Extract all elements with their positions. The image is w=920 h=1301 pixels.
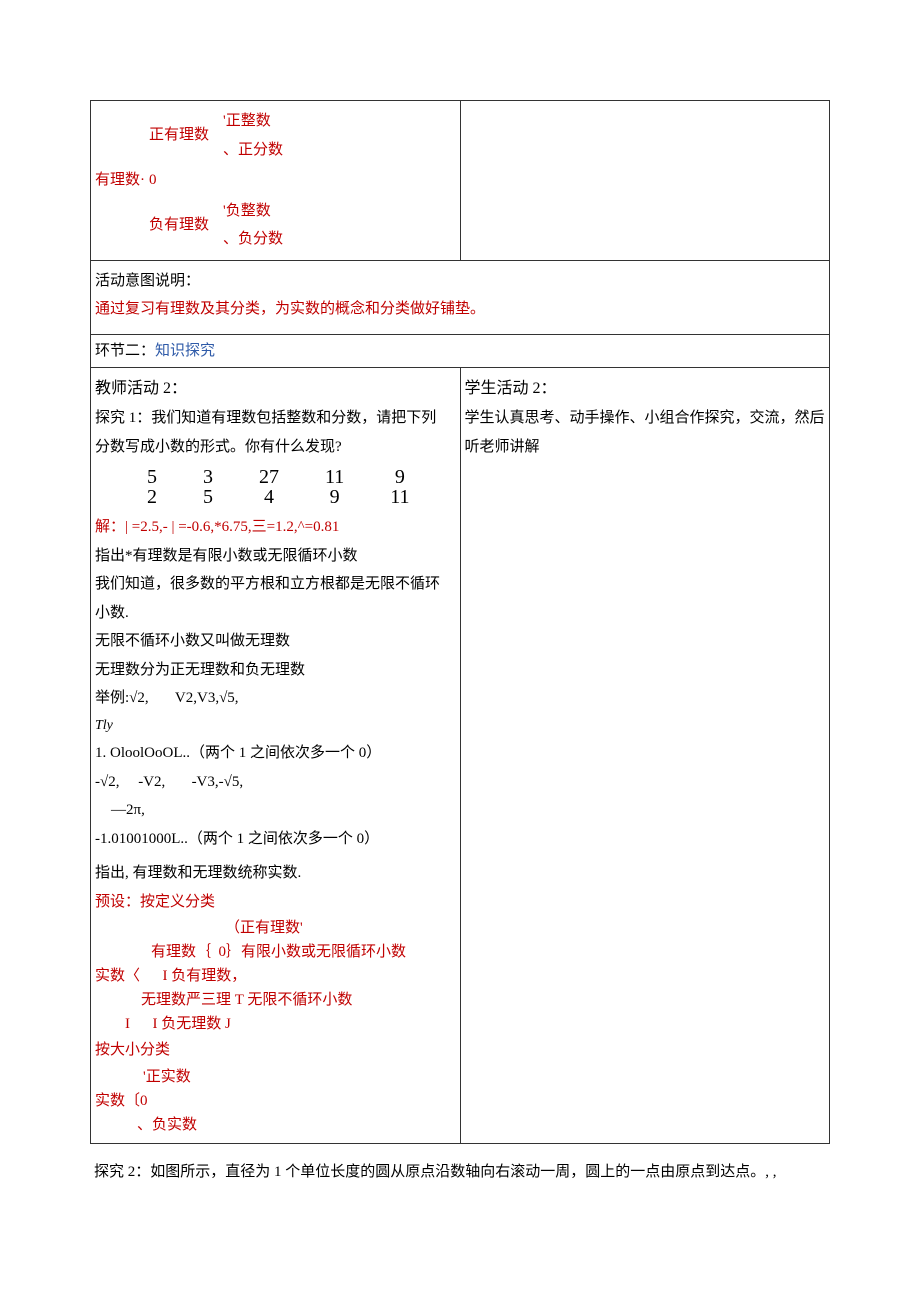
t-l4: 无限不循环小数又叫做无理数 <box>95 627 456 656</box>
rational-number-tree-row: 有理数· 正有理数 '正整数 、正分数 0 负有理数 '负整数 、负分数 <box>91 101 830 261</box>
t-l2: 我们知道，很多数的平方根和立方根都是无限不循环 <box>95 570 456 599</box>
t-l9: 指出, 有理数和无理数统称实数. <box>95 859 456 888</box>
fraction-5: 911 <box>388 467 411 507</box>
t-l8: -1.01001000L..（两个 1 之间依次多一个 0） <box>95 825 456 854</box>
fractions-row: 52 35 274 119 911 <box>95 461 456 513</box>
rational-tree-right-cell <box>460 101 830 261</box>
tree-definition: （正有理数' 有理数｛ 0｝有限小数或无限循环小数 实数〈 I 负有理数， 无理… <box>95 916 456 1036</box>
solution-line: 解：| =2.5,- | =-0.6,*6.75,三=1.2,^=0.81 <box>95 513 456 542</box>
teacher-title: 教师活动 2： <box>95 374 456 404</box>
explore1-l1: 探究 1：我们知道有理数包括整数和分数，请把下列 <box>95 404 456 433</box>
student-body: 学生认真思考、动手操作、小组合作探究，交流，然后听老师讲解 <box>465 404 826 461</box>
t-l1: 指出*有理数是有限小数或无限循环小数 <box>95 542 456 571</box>
explore2-text: 探究 2：如图所示，直径为 1 个单位长度的圆从原点沿数轴向右滚动一周，圆上的一… <box>90 1158 830 1187</box>
tree-size: '正实数 实数〔0 、负实数 <box>95 1065 456 1137</box>
section2-cell: 环节二：知识探究 <box>91 334 830 368</box>
t-neg-row: -√2, -V2, -V3,-√5, <box>95 768 456 797</box>
teacher-activity-cell: 教师活动 2： 探究 1：我们知道有理数包括整数和分数，请把下列 分数写成小数的… <box>91 368 461 1144</box>
t-l3: 小数. <box>95 599 456 628</box>
rational-tree: 有理数· 正有理数 '正整数 、正分数 0 负有理数 '负整数 、负分数 <box>95 107 456 254</box>
size-label: 按大小分类 <box>95 1036 456 1065</box>
activity-row: 活动意图说明： 通过复习有理数及其分类，为实数的概念和分类做好铺垫。 <box>91 260 830 334</box>
preset-label: 预设：按定义分类 <box>95 888 456 917</box>
t-l7: 1. OloolOoOL..（两个 1 之间依次多一个 0） <box>95 739 456 768</box>
fraction-4: 119 <box>323 467 346 507</box>
section2-row: 环节二：知识探究 <box>91 334 830 368</box>
activity2-row: 教师活动 2： 探究 1：我们知道有理数包括整数和分数，请把下列 分数写成小数的… <box>91 368 830 1144</box>
activity-desc: 通过复习有理数及其分类，为实数的概念和分类做好铺垫。 <box>95 295 825 324</box>
fraction-2: 35 <box>201 467 215 507</box>
t-l6: 举例:√2, V2,V3,√5, <box>95 684 456 713</box>
activity-cell: 活动意图说明： 通过复习有理数及其分类，为实数的概念和分类做好铺垫。 <box>91 260 830 334</box>
section2-prefix: 环节二： <box>95 343 155 359</box>
t-l5: 无理数分为正无理数和负无理数 <box>95 656 456 685</box>
rational-tree-cell: 有理数· 正有理数 '正整数 、正分数 0 负有理数 '负整数 、负分数 <box>91 101 461 261</box>
t-italic: Tly <box>95 713 456 740</box>
fraction-3: 274 <box>257 467 281 507</box>
explore1-l2: 分数写成小数的形式。你有什么发现? <box>95 433 456 462</box>
section2-title: 知识探究 <box>155 343 215 359</box>
fraction-1: 52 <box>145 467 159 507</box>
student-title: 学生活动 2： <box>465 374 826 404</box>
student-activity-cell: 学生活动 2： 学生认真思考、动手操作、小组合作探究，交流，然后听老师讲解 <box>460 368 830 1144</box>
activity-label: 活动意图说明： <box>95 267 825 296</box>
t-neg2: —2π, <box>95 796 456 825</box>
